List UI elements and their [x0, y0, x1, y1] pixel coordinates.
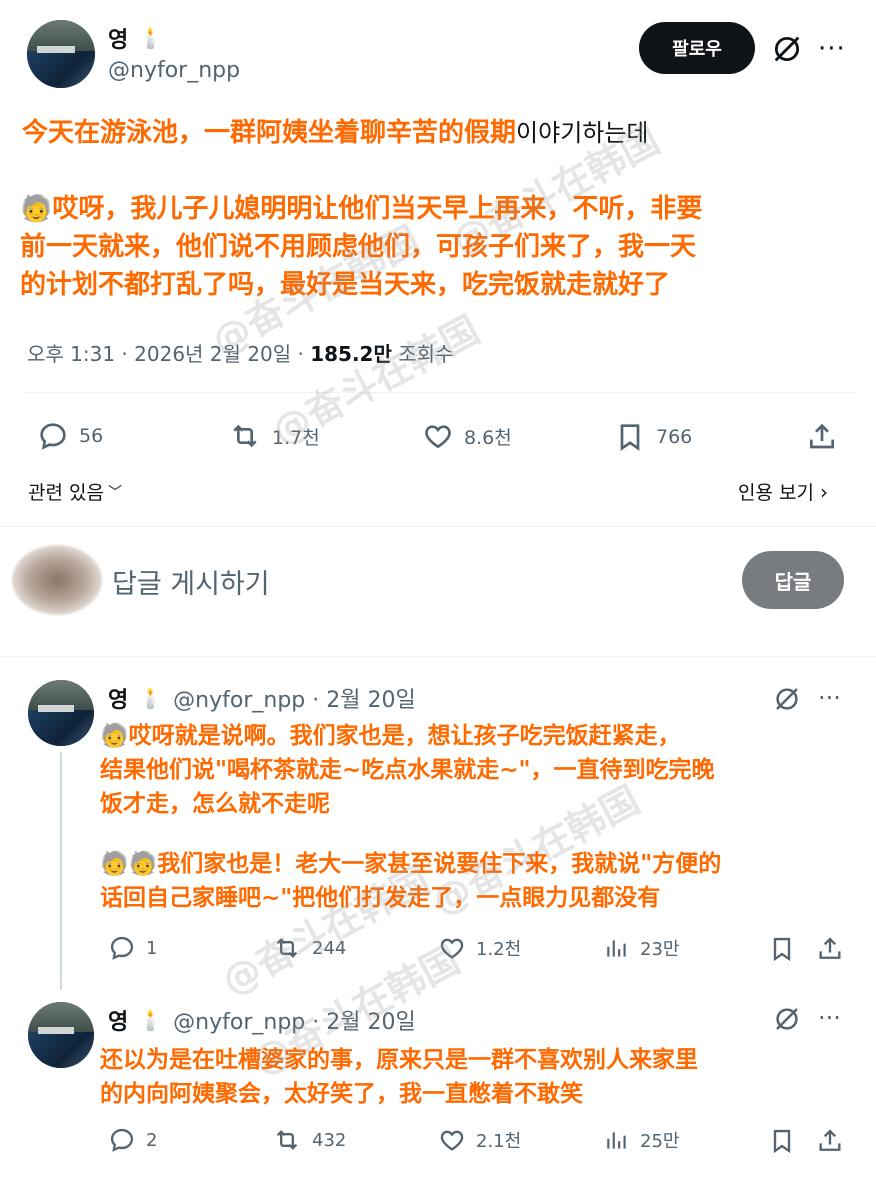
post-ko-1-tail: 이야기하는데: [516, 119, 649, 147]
reply2-like-count: 2.1천: [476, 1131, 522, 1152]
author-name-row: 영 🕯️: [108, 22, 163, 54]
like-action[interactable]: 8.6천: [422, 420, 512, 452]
reply1-avatar[interactable]: [28, 680, 94, 746]
reply-count: 56: [79, 425, 104, 447]
reply1-reply-count: 1: [146, 937, 158, 959]
reply-icon: [110, 1128, 134, 1152]
reply1-zh-line2: 结果他们说"喝杯茶就走~吃点水果就走~"，一直待到吃完晚: [100, 757, 715, 783]
grok-icon[interactable]: [772, 684, 802, 714]
reply-icon: [40, 423, 66, 450]
composer-avatar: [12, 545, 102, 615]
author-handle[interactable]: @nyfor_npp: [108, 58, 240, 83]
reply1-header: 영 🕯️ @nyfor_npp · 2월 20일: [108, 682, 416, 714]
reply1-like-action[interactable]: 1.2천: [438, 934, 521, 962]
share-icon[interactable]: [816, 1126, 844, 1156]
views-icon: [607, 940, 626, 957]
reply2-views-action[interactable]: 25만: [604, 1126, 679, 1154]
reply1-retweet-count: 244: [312, 937, 347, 959]
reply2-views-count: 25만: [640, 1131, 680, 1152]
candle-icon: 🕯️: [138, 1008, 164, 1032]
reply1-like-count: 1.2천: [476, 939, 522, 960]
reply1-views-action[interactable]: 23만: [604, 934, 679, 962]
post-text-line1: 今天在游泳池，一群阿姨坐着聊辛苦的假期이야기하는데: [22, 112, 649, 149]
reply2-handle-date[interactable]: @nyfor_npp · 2월 20일: [173, 1004, 416, 1036]
grok-icon[interactable]: [770, 32, 804, 66]
post-zh-line2: 🧓哎呀，我儿子儿媳明明让他们当天早上再来，不听，非要: [20, 194, 703, 224]
views-icon: [607, 1132, 626, 1149]
heart-icon: [440, 938, 464, 959]
post-timestamp-row: 오후 1:31 · 2026년 2월 20일 · 185.2만 조회수: [27, 338, 453, 367]
reply1-author-name[interactable]: 영: [108, 682, 128, 714]
reply1-zh-line4: 🧓🧓我们家也是！老大一家甚至说要住下来，我就说"方便的: [100, 851, 722, 877]
reply-icon: [110, 936, 134, 960]
views-label: 조회수: [398, 342, 454, 366]
candle-icon: 🕯️: [138, 686, 164, 710]
post-zh-line3: 前一天就来，他们说不用顾虑他们，可孩子们来了，我一天: [20, 232, 697, 262]
retweet-icon: [233, 424, 257, 448]
reply-submit-button[interactable]: 답글: [742, 551, 844, 609]
reply1-reply-action[interactable]: 1: [108, 934, 157, 962]
bookmark-count: 766: [656, 426, 693, 448]
retweet-action[interactable]: 1.7천: [228, 420, 320, 452]
more-options-icon[interactable]: ···: [818, 1004, 841, 1032]
reply1-handle-date[interactable]: @nyfor_npp · 2월 20일: [173, 682, 416, 714]
divider: [0, 656, 876, 657]
related-label: 관련 있음: [28, 482, 104, 504]
heart-icon: [440, 1130, 464, 1151]
reply2-reply-action[interactable]: 2: [108, 1126, 157, 1154]
heart-icon: [425, 425, 451, 449]
bookmark-icon[interactable]: [768, 934, 796, 964]
retweet-icon: [276, 938, 298, 958]
thread-line: [60, 752, 62, 990]
divider: [0, 526, 876, 527]
reply2-like-action[interactable]: 2.1천: [438, 1126, 521, 1154]
retweet-icon: [276, 1130, 298, 1150]
quotes-link[interactable]: 인용 보기 ›: [738, 478, 828, 505]
reply2-zh-line1: 还以为是在吐槽婆家的事，原来只是一群不喜欢别人来家里: [100, 1047, 698, 1073]
quotes-label: 인용 보기: [738, 482, 814, 504]
reply2-retweet-count: 432: [312, 1129, 347, 1151]
reply-action[interactable]: 56: [37, 420, 103, 452]
reply1-views-count: 23만: [640, 939, 680, 960]
divider: [22, 392, 854, 393]
reply1-zh-line3: 饭才走，怎么就不走呢: [100, 791, 330, 817]
reply2-author-name[interactable]: 영: [108, 1004, 128, 1036]
views-count: 185.2만: [310, 342, 392, 366]
share-icon[interactable]: [816, 934, 844, 964]
reply1-zh-line1: 🧓哎呀就是说啊。我们家也是，想让孩子吃完饭赶紧走，: [100, 723, 681, 749]
bookmark-icon: [620, 424, 640, 451]
reply1-retweet-action[interactable]: 244: [272, 934, 346, 962]
bookmark-icon[interactable]: [768, 1126, 796, 1156]
post-timestamp[interactable]: 오후 1:31 · 2026년 2월 20일 ·: [27, 342, 304, 366]
reply2-zh-line2: 的内向阿姨聚会，太好笑了，我一直憋着不敢笑: [100, 1081, 583, 1107]
reply1-zh-line5: 话回自己家睡吧~"把他们打发走了，一点眼力见都没有: [100, 885, 661, 911]
post-zh-1b: 一群阿姨坐着聊辛苦的假期: [204, 118, 517, 148]
post-zh-1a: 今天在游泳池，: [22, 118, 205, 148]
author-name[interactable]: 영: [108, 22, 128, 54]
candle-icon: 🕯️: [138, 26, 164, 50]
share-icon[interactable]: [806, 420, 838, 454]
chevron-right-icon: ›: [819, 479, 828, 504]
reply2-retweet-action[interactable]: 432: [272, 1126, 346, 1154]
retweet-count: 1.7천: [272, 426, 320, 449]
more-options-icon[interactable]: ···: [818, 34, 846, 64]
post-zh-line4: 的计划不都打乱了吗，最好是当天来，吃完饭就走就好了: [20, 270, 671, 300]
grok-icon[interactable]: [772, 1004, 802, 1034]
like-count: 8.6천: [464, 426, 512, 449]
author-avatar[interactable]: [27, 20, 95, 88]
chevron-down-icon: ﹀: [107, 484, 122, 501]
bookmark-action[interactable]: 766: [614, 420, 692, 454]
more-options-icon[interactable]: ···: [818, 684, 841, 712]
reply2-avatar[interactable]: [28, 1002, 94, 1068]
reply2-header: 영 🕯️ @nyfor_npp · 2월 20일: [108, 1004, 416, 1036]
reply-input[interactable]: 답글 게시하기: [112, 562, 270, 601]
reply2-reply-count: 2: [146, 1129, 158, 1151]
follow-button[interactable]: 팔로우: [639, 22, 755, 74]
related-toggle[interactable]: 관련 있음 ﹀: [28, 478, 122, 505]
